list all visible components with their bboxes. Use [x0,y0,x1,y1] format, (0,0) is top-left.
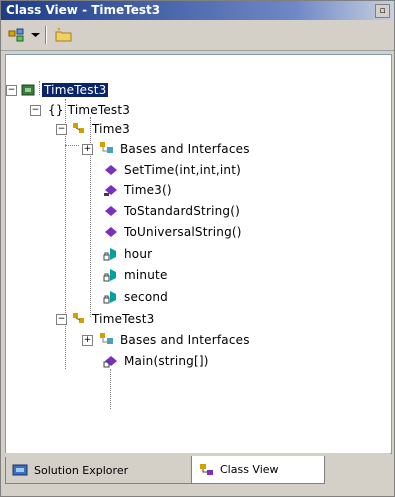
method-label: SetTime(int,int,int) [124,163,241,177]
toolbar-separator [45,26,47,44]
tree-item-method-ctor[interactable]: Time3() [90,181,172,199]
expand-toggle[interactable]: + [82,335,93,346]
tab-strip: Solution Explorer Class View [5,453,390,487]
bases-icon [98,332,116,348]
class-view-icon [200,463,213,475]
window-title: Class View - TimeTest3 [6,3,161,17]
tab-label: Class View [220,463,279,476]
method-label: ToStandardString() [124,204,241,218]
collapse-toggle[interactable]: − [6,85,17,96]
tree-item-field-hour[interactable]: hour [90,245,152,263]
method-label: Time3() [124,183,172,197]
class-icon [70,311,88,327]
method-label: ToUniversalString() [124,225,242,239]
bases-icon [98,141,116,157]
sort-dropdown-button[interactable] [29,25,41,45]
private-field-icon [102,267,120,283]
private-field-icon [102,289,120,305]
pin-icon[interactable]: ▫ [375,4,390,18]
solution-icon [20,82,38,98]
class-label: TimeTest3 [92,312,155,326]
collapse-toggle[interactable]: − [56,124,67,135]
namespace-label: {} TimeTest3 [48,103,131,117]
class-icon [70,121,88,137]
bases-label: Bases and Interfaces [120,142,250,156]
collapse-toggle[interactable]: − [56,314,67,325]
new-folder-icon [55,27,72,42]
tree-item-bases[interactable]: + Bases and Interfaces [82,140,250,158]
field-label: second [124,290,168,304]
method-icon [102,182,120,198]
tab-class-view[interactable]: Class View [191,456,325,484]
sort-button[interactable] [7,25,27,45]
toolbar [1,20,394,51]
method-label: Main(string[]) [124,354,209,368]
tree-item-class-time3[interactable]: − Time3 [56,120,130,138]
field-label: minute [124,268,168,282]
solution-label: TimeTest3 [42,83,109,97]
tree-item-field-second[interactable]: second [90,288,168,306]
new-folder-button[interactable] [53,25,75,45]
tree-item-field-minute[interactable]: minute [90,266,168,284]
private-field-icon [102,246,120,262]
tree-item-method-settime[interactable]: SetTime(int,int,int) [90,161,241,179]
tab-label: Solution Explorer [34,463,129,477]
tree-item-method-tostandard[interactable]: ToStandardString() [90,202,240,220]
bases-label: Bases and Interfaces [120,333,250,347]
static-method-icon [102,353,120,369]
tree-item-method-touniversal[interactable]: ToUniversalString() [90,223,242,241]
title-bar[interactable]: Class View - TimeTest3 ▫ [1,1,394,20]
method-icon [102,162,120,178]
tree-item-method-main[interactable]: Main(string[]) [90,352,209,370]
collapse-toggle[interactable]: − [30,105,41,116]
solution-explorer-icon [12,464,28,476]
sort-icon [8,28,24,42]
tree-item-bases-2[interactable]: + Bases and Interfaces [82,331,250,349]
tree-item-solution[interactable]: − TimeTest3 [6,81,109,99]
method-icon [102,203,120,219]
expand-toggle[interactable]: + [82,144,93,155]
field-label: hour [124,247,153,261]
chevron-down-icon [30,33,40,37]
class-label: Time3 [92,122,131,136]
class-view-window: Class View - TimeTest3 ▫ − TimeTest3 − {… [0,0,395,497]
tab-solution-explorer[interactable]: Solution Explorer [5,457,199,484]
tree-item-class-timetest3[interactable]: − TimeTest3 [56,310,154,328]
class-tree[interactable]: − TimeTest3 − {} TimeTest3 − Time3 + Bas… [5,54,392,454]
tree-item-namespace[interactable]: − {} TimeTest3 [30,101,130,119]
method-icon [102,224,120,240]
